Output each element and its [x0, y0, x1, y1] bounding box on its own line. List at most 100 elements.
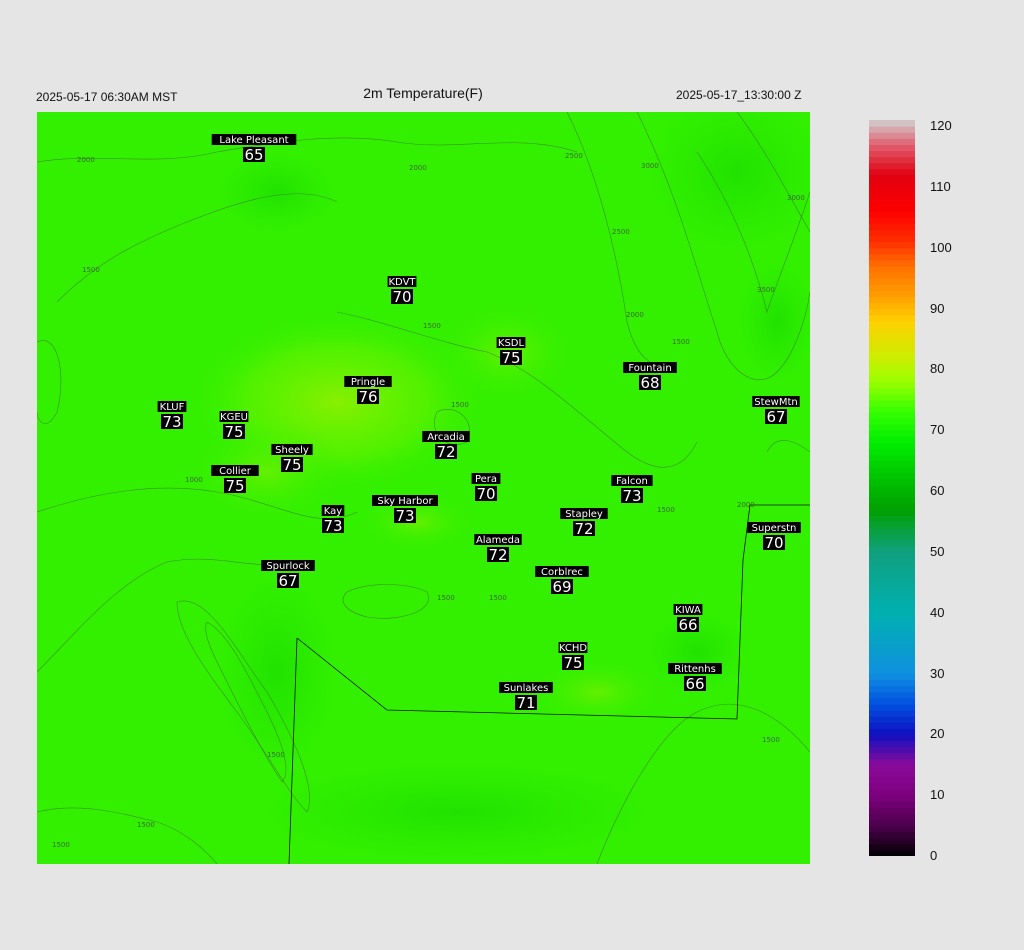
- colorbar-segment: [869, 588, 915, 596]
- contour-label: 1500: [52, 841, 70, 849]
- colorbar-segment: [869, 557, 915, 565]
- colorbar-segment: [869, 308, 915, 316]
- colorbar-segment: [869, 661, 915, 669]
- contour-label: 3000: [641, 162, 659, 170]
- colorbar-segment: [869, 150, 915, 158]
- colorbar-segment: [869, 740, 915, 748]
- colorbar-segment: [869, 624, 915, 632]
- colorbar-segment: [869, 752, 915, 760]
- colorbar-segment: [869, 564, 915, 571]
- station-name: KDVT: [388, 277, 416, 288]
- colorbar-segment: [869, 460, 915, 468]
- contour-label: 1500: [267, 751, 285, 759]
- colorbar-segment: [869, 612, 915, 620]
- colorbar-segment: [869, 387, 915, 395]
- colorbar-segment: [869, 649, 915, 656]
- colorbar-segment: [869, 265, 915, 273]
- station-name: Spurlock: [266, 561, 310, 572]
- colorbar-segment: [869, 600, 915, 608]
- contour-label: 2000: [626, 311, 644, 319]
- contour-label: 1500: [137, 821, 155, 829]
- colorbar-segment: [869, 497, 915, 504]
- colorbar-segment: [869, 746, 915, 754]
- colorbar-segment: [869, 770, 915, 778]
- colorbar-segment: [869, 174, 915, 182]
- colorbar-segment: [869, 448, 915, 456]
- colorbar-tick-label: 40: [930, 604, 945, 620]
- station-name: Stapley: [565, 509, 603, 520]
- colorbar-segment: [869, 673, 915, 681]
- station-value: 66: [678, 616, 697, 634]
- colorbar-segment: [869, 618, 915, 626]
- colorbar-segment: [869, 466, 915, 474]
- colorbar-segment: [869, 764, 915, 772]
- station-name: Kay: [324, 506, 343, 517]
- contour-label: 3000: [787, 194, 805, 202]
- station-value: 72: [436, 443, 455, 461]
- colorbar-segment: [869, 789, 915, 796]
- station-name: Falcon: [616, 476, 648, 487]
- colorbar-segment: [869, 120, 915, 127]
- colorbar-segment: [869, 734, 915, 742]
- colorbar-segment: [869, 630, 915, 638]
- colorbar-segment: [869, 375, 915, 383]
- contour-label: 1500: [451, 401, 469, 409]
- colorbar-segment: [869, 776, 915, 784]
- colorbar-segment: [869, 144, 915, 152]
- station-name: Rittenhs: [674, 664, 716, 675]
- station-value: 72: [574, 520, 593, 538]
- contour-label: 1500: [657, 506, 675, 514]
- station-value: 71: [516, 694, 535, 712]
- station-marker: KLUF73: [157, 401, 187, 431]
- colorbar-segment: [869, 819, 915, 827]
- colorbar-tick-label: 100: [930, 239, 952, 255]
- colorbar-segment: [869, 831, 915, 839]
- colorbar-segment: [869, 697, 915, 705]
- contour-label: 1500: [489, 594, 507, 602]
- station-value: 73: [395, 507, 414, 525]
- colorbar-segment: [869, 436, 915, 443]
- colorbar-segment: [869, 795, 915, 802]
- colorbar-segment: [869, 357, 915, 364]
- colorbar-segment: [869, 472, 915, 480]
- colorbar-segment: [869, 503, 915, 510]
- temperature-colorbar: [869, 120, 915, 856]
- contour-label: 2000: [409, 164, 427, 172]
- colorbar-segment: [869, 199, 915, 206]
- colorbar-segment: [869, 582, 915, 589]
- contour-label: 1000: [185, 476, 203, 484]
- colorbar-segment: [869, 320, 915, 328]
- colorbar-segment: [869, 837, 915, 845]
- station-value: 75: [224, 423, 243, 441]
- colorbar-segment: [869, 284, 915, 291]
- colorbar-segment: [869, 302, 915, 310]
- colorbar-segment: [869, 643, 915, 650]
- colorbar-segment: [869, 716, 915, 723]
- colorbar-segment: [869, 272, 915, 279]
- colorbar-segment: [869, 807, 915, 815]
- station-value: 75: [225, 477, 244, 495]
- colorbar-segment: [869, 454, 915, 462]
- contour-label: 1500: [672, 338, 690, 346]
- colorbar-segment: [869, 655, 915, 662]
- contour-label: 2500: [565, 152, 583, 160]
- colorbar-tick-label: 60: [930, 483, 945, 499]
- colorbar-segment: [869, 351, 915, 358]
- colorbar-tick-label: 50: [930, 543, 945, 559]
- station-name: Corblrec: [541, 567, 583, 578]
- station-marker: Pera70: [471, 473, 501, 503]
- station-name: StewMtn: [754, 397, 798, 408]
- colorbar-tick-label: 20: [930, 726, 945, 742]
- station-marker: Kay73: [321, 505, 345, 535]
- contour-label: 2000: [77, 156, 95, 164]
- station-name: Pringle: [351, 377, 385, 388]
- colorbar-segment: [869, 703, 915, 711]
- contour-label: 1500: [423, 322, 441, 330]
- contour-label: 1500: [437, 594, 455, 602]
- station-name: Arcadia: [427, 432, 465, 443]
- contour-label: 1500: [82, 266, 100, 274]
- station-name: KCHD: [559, 643, 588, 654]
- colorbar-segment: [869, 801, 915, 808]
- station-name: Fountain: [628, 363, 671, 374]
- station-value: 70: [764, 534, 783, 552]
